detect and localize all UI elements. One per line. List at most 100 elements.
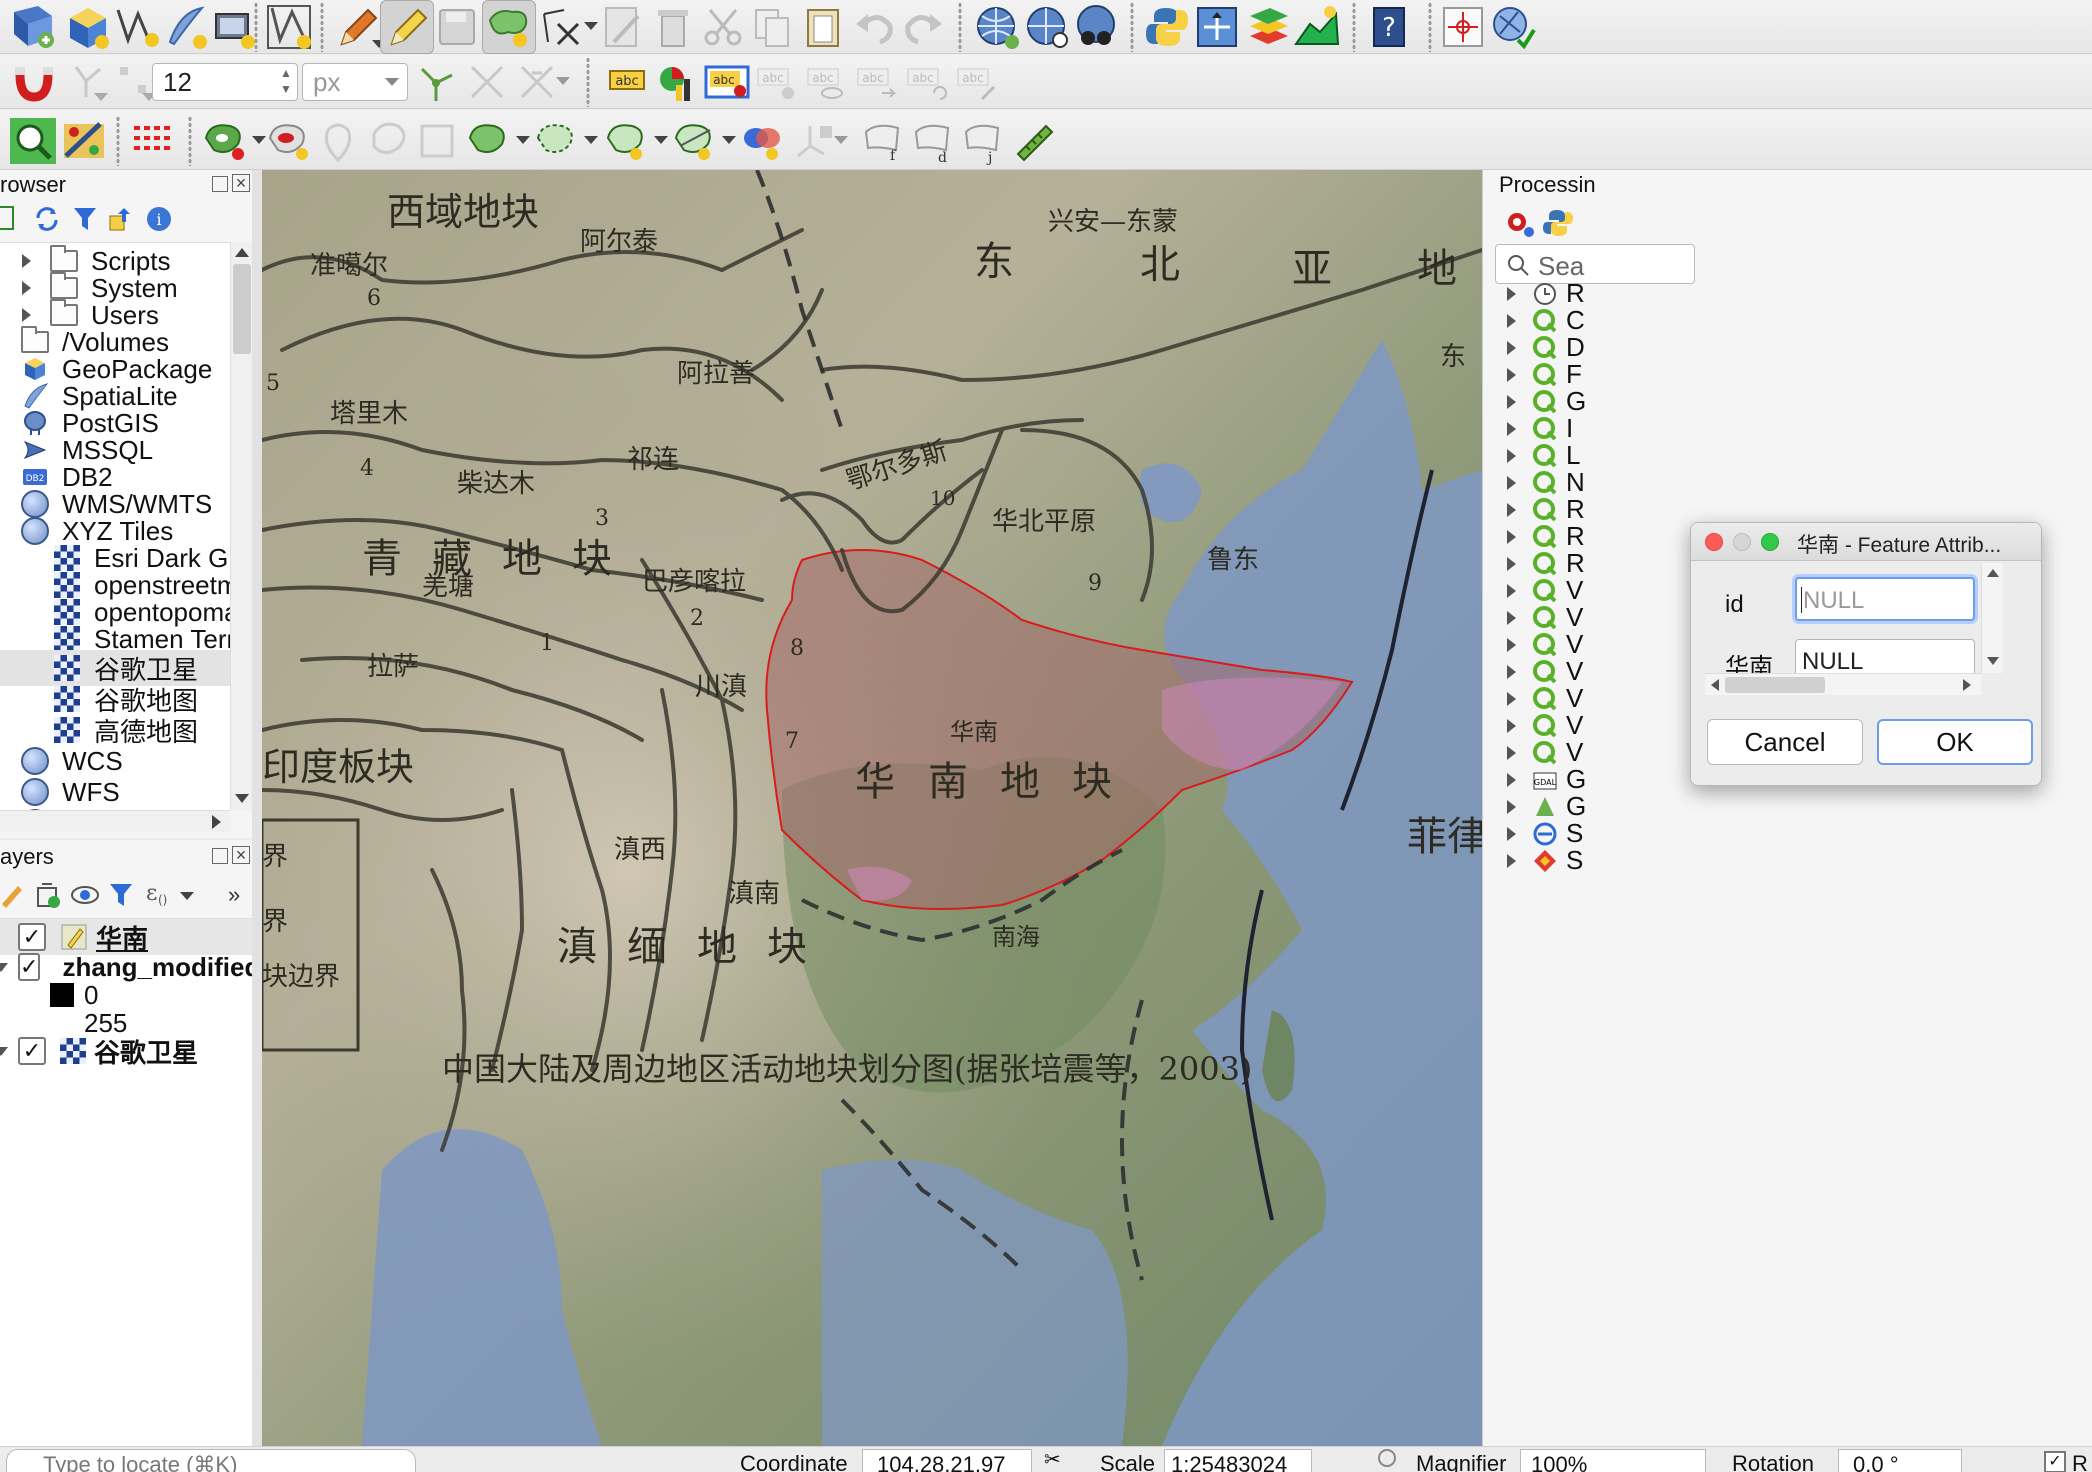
expand-arrow-icon[interactable] <box>1507 853 1516 868</box>
browser-vertical-scrollbar[interactable] <box>230 242 252 810</box>
new-shapefile-icon[interactable] <box>110 0 164 54</box>
expand-arrow-icon[interactable] <box>1507 637 1516 652</box>
delete-selected-icon[interactable] <box>646 0 700 54</box>
refresh-icon[interactable] <box>32 204 62 234</box>
panel-splitter[interactable] <box>252 170 262 1446</box>
attribute-table-icon[interactable] <box>124 114 178 168</box>
processing-toolbox-icon[interactable] <box>58 114 112 168</box>
manage-map-themes-icon[interactable] <box>70 880 100 910</box>
processing-provider-row[interactable]: F <box>1483 359 2083 389</box>
diagram-options-icon[interactable] <box>650 55 704 109</box>
add-part-icon[interactable] <box>262 114 316 168</box>
tolerance-spinner[interactable]: ▲ ▼ <box>276 65 296 99</box>
dialog-vertical-scrollbar[interactable] <box>1981 563 2003 673</box>
highlight-pinned-labels-icon[interactable]: abc <box>700 55 754 109</box>
filter-legend-icon[interactable] <box>106 880 136 910</box>
close-panel-icon[interactable]: × <box>232 174 250 192</box>
expand-arrow-icon[interactable] <box>1507 421 1516 436</box>
map-canvas[interactable]: 西域地块 阿尔泰 兴安—东蒙 准噶尔 东 北 亚 地 阿拉善 塔里木 祁连 鄂尔… <box>262 170 1482 1446</box>
pin-labels-icon[interactable]: abc <box>750 55 804 109</box>
fill-ring-icon[interactable] <box>312 114 366 168</box>
terrain-profile-icon[interactable] <box>1290 0 1344 54</box>
metasearch-icon[interactable] <box>1070 0 1124 54</box>
cut-features-icon[interactable] <box>696 0 750 54</box>
coordinate-input[interactable]: 104.28,21.97 <box>862 1449 1032 1472</box>
more-tools-icon[interactable]: » <box>228 882 240 908</box>
expand-arrow-icon[interactable] <box>1507 772 1516 787</box>
simplify-feature-icon[interactable]: f <box>856 114 910 168</box>
render-checkbox[interactable]: ✓ <box>2044 1451 2066 1472</box>
expand-arrow-icon[interactable] <box>1507 367 1516 382</box>
add-ring-icon[interactable] <box>198 114 266 168</box>
rotate-label-icon[interactable]: abc <box>900 55 954 109</box>
save-edits-icon[interactable] <box>430 0 484 54</box>
expand-arrow-icon[interactable] <box>1507 799 1516 814</box>
zoom-window-button[interactable] <box>1761 533 1779 551</box>
trim-extend-icon[interactable]: j <box>956 114 1010 168</box>
processing-provider-row[interactable]: G <box>1483 791 2083 821</box>
close-panel-icon[interactable]: × <box>232 846 250 864</box>
add-group-icon[interactable] <box>32 880 62 910</box>
topological-editing-icon[interactable] <box>410 55 464 109</box>
browser-horizontal-scrollbar[interactable] <box>0 810 230 832</box>
locator-search-input[interactable]: Type to locate (⌘K) <box>6 1449 416 1472</box>
style-manager-icon[interactable] <box>0 880 24 910</box>
extents-toggle-icon[interactable]: ✂ <box>1044 1447 1061 1472</box>
paste-features-icon[interactable] <box>796 0 850 54</box>
georeferencer-icon[interactable] <box>1190 0 1244 54</box>
processing-provider-row[interactable]: S <box>1483 818 2083 848</box>
expand-arrow-icon[interactable] <box>1507 718 1516 733</box>
layer-visibility-checkbox[interactable]: ✓ <box>18 1037 46 1065</box>
expand-arrow-icon[interactable] <box>1507 394 1516 409</box>
processing-provider-row[interactable]: R <box>1483 494 2083 524</box>
dialog-hscroll-thumb[interactable] <box>1725 677 1825 693</box>
expand-arrow-icon[interactable] <box>1507 610 1516 625</box>
expand-arrow-icon[interactable] <box>1507 691 1516 706</box>
field-input-id[interactable]: NULL <box>1795 577 1975 621</box>
new-geopackage-icon[interactable] <box>60 0 114 54</box>
show-hide-labels-icon[interactable]: abc <box>800 55 854 109</box>
expand-arrow-icon[interactable] <box>22 254 31 268</box>
copy-features-icon[interactable] <box>746 0 800 54</box>
add-wfs-layer-icon[interactable] <box>1020 0 1074 54</box>
add-selected-layers-icon[interactable] <box>0 206 14 230</box>
layer-visibility-checkbox[interactable]: ✓ <box>18 923 46 951</box>
minimize-window-button[interactable] <box>1733 533 1751 551</box>
float-panel-icon[interactable] <box>212 176 228 192</box>
measure-line-icon[interactable] <box>1006 114 1060 168</box>
current-edits-icon[interactable] <box>330 0 386 54</box>
rotate-point-symbols-icon[interactable] <box>788 114 848 168</box>
delete-part-icon[interactable] <box>412 114 466 168</box>
tolerance-unit-select[interactable]: px <box>302 63 408 101</box>
float-panel-icon[interactable] <box>212 848 228 864</box>
delete-ring-icon[interactable] <box>362 114 416 168</box>
processing-provider-row[interactable]: L <box>1483 440 2083 470</box>
expand-arrow-icon[interactable] <box>1507 583 1516 598</box>
processing-provider-row[interactable]: C <box>1483 305 2083 335</box>
info-icon[interactable]: i <box>144 204 174 234</box>
processing-provider-row[interactable]: D <box>1483 332 2083 362</box>
add-polygon-feature-icon[interactable] <box>482 0 536 54</box>
layer-labeling-icon[interactable]: abc <box>600 55 654 109</box>
reshape-features-icon[interactable] <box>462 114 530 168</box>
tracing-icon[interactable] <box>510 55 570 109</box>
magnifier-input[interactable]: 100% <box>1520 1449 1706 1472</box>
expand-arrow-icon[interactable] <box>1507 286 1516 301</box>
snapping-magnet-icon[interactable] <box>6 55 60 109</box>
expand-arrow-icon[interactable] <box>1507 340 1516 355</box>
expand-arrow-icon[interactable] <box>1507 529 1516 544</box>
expand-arrow-icon[interactable] <box>1507 745 1516 760</box>
identify-features-icon[interactable] <box>6 114 60 168</box>
snap-vertex-icon[interactable] <box>60 55 114 109</box>
processing-search-input[interactable]: Sea <box>1495 244 1695 284</box>
toggle-editing-icon[interactable] <box>380 0 434 54</box>
python-scripts-icon[interactable] <box>1541 206 1575 240</box>
layer-row-google-satellite[interactable]: ✓ 谷歌卫星 <box>0 1033 252 1069</box>
split-features-icon[interactable] <box>600 114 668 168</box>
modify-attributes-icon[interactable] <box>596 0 650 54</box>
dialog-horizontal-scrollbar[interactable] <box>1705 673 1981 695</box>
snap-intersection-icon[interactable] <box>460 55 514 109</box>
filter-browser-icon[interactable] <box>70 204 100 234</box>
processing-options-icon[interactable] <box>1503 206 1537 240</box>
processing-provider-row[interactable]: G <box>1483 386 2083 416</box>
